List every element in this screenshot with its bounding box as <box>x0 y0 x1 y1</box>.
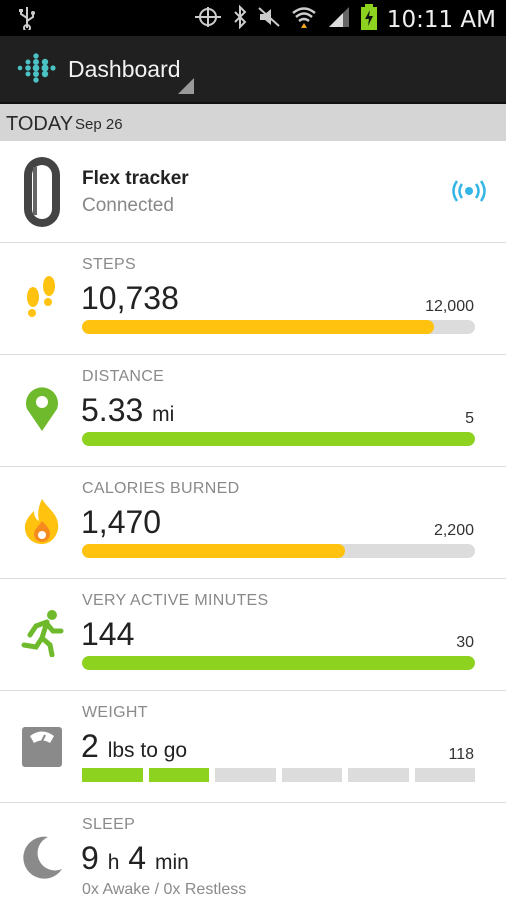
metric-value: 9 h 4 min <box>81 840 189 876</box>
metric-value: 5.33 mi <box>81 392 175 428</box>
metric-goal: 30 <box>456 634 474 651</box>
metric-goal: 12,000 <box>425 298 474 315</box>
bluetooth-icon <box>233 4 247 34</box>
metric-label: STEPS <box>82 256 136 273</box>
distance-row[interactable]: DISTANCE 5.33 mi 5 <box>0 355 506 467</box>
sleep-row[interactable]: SLEEP 9 h 4 min 0x Awake / 0x Restless <box>0 803 506 914</box>
calories-row[interactable]: CALORIES BURNED 1,470 2,200 <box>0 467 506 579</box>
metric-value: 144 <box>81 616 135 652</box>
progress-bar <box>82 432 475 446</box>
progress-fill <box>82 320 434 334</box>
metric-value: 2 lbs to go <box>81 728 188 764</box>
progress-fill <box>82 544 345 558</box>
tracker-name: Flex tracker <box>82 168 189 189</box>
metric-value: 10,738 <box>81 280 179 316</box>
running-person-icon <box>20 609 64 658</box>
weight-row[interactable]: WEIGHT 2 lbs to go 118 <box>0 691 506 803</box>
footsteps-icon <box>20 273 64 321</box>
metric-label: WEIGHT <box>82 704 148 721</box>
metric-value: 1,470 <box>81 504 162 540</box>
progress-segment <box>414 768 475 782</box>
progress-segment <box>215 768 276 782</box>
progress-bar <box>82 544 475 558</box>
metric-label: VERY ACTIVE MINUTES <box>82 592 269 609</box>
action-bar: Dashboard <box>0 36 506 104</box>
tracker-status: Connected <box>82 195 174 216</box>
date-header: TODAY Sep 26 <box>0 104 506 141</box>
page-title[interactable]: Dashboard <box>68 56 181 83</box>
metric-label: CALORIES BURNED <box>82 480 240 497</box>
progress-segment <box>281 768 342 782</box>
steps-row[interactable]: STEPS 10,738 12,000 <box>0 243 506 355</box>
metric-label: DISTANCE <box>82 368 165 385</box>
signal-icon <box>327 5 351 34</box>
progress-segment <box>148 768 209 782</box>
date-label: Sep 26 <box>75 116 123 133</box>
progress-fill <box>82 656 475 670</box>
metric-goal: 2,200 <box>433 522 474 539</box>
flame-icon <box>20 497 64 545</box>
sync-icon <box>193 5 223 34</box>
progress-segment <box>348 768 409 782</box>
sleep-detail: 0x Awake / 0x Restless <box>82 881 247 898</box>
clock: 10:11 AM <box>386 6 496 33</box>
metric-label: SLEEP <box>82 816 136 833</box>
progress-segment <box>82 768 143 782</box>
wifi-icon <box>291 5 317 34</box>
battery-icon <box>360 4 377 35</box>
mute-icon <box>257 5 281 34</box>
moon-icon <box>20 833 64 881</box>
status-bar: 10:11 AM <box>0 0 506 36</box>
progress-bar <box>82 656 475 670</box>
today-label: TODAY <box>6 113 74 135</box>
scale-icon <box>20 721 64 769</box>
metric-goal: 5 <box>465 410 474 427</box>
wireless-sync-icon[interactable] <box>452 179 486 208</box>
active-minutes-row[interactable]: VERY ACTIVE MINUTES 144 30 <box>0 579 506 691</box>
progress-bar <box>82 320 475 334</box>
fitbit-logo-icon[interactable] <box>16 48 56 88</box>
map-pin-icon <box>20 385 64 433</box>
usb-icon <box>18 6 36 35</box>
dropdown-caret-icon[interactable] <box>178 78 194 94</box>
flex-band-icon <box>20 155 64 234</box>
metric-goal: 118 <box>448 746 474 763</box>
progress-fill <box>82 432 475 446</box>
progress-bar <box>82 768 475 782</box>
tracker-row[interactable]: Flex tracker Connected <box>0 141 506 243</box>
